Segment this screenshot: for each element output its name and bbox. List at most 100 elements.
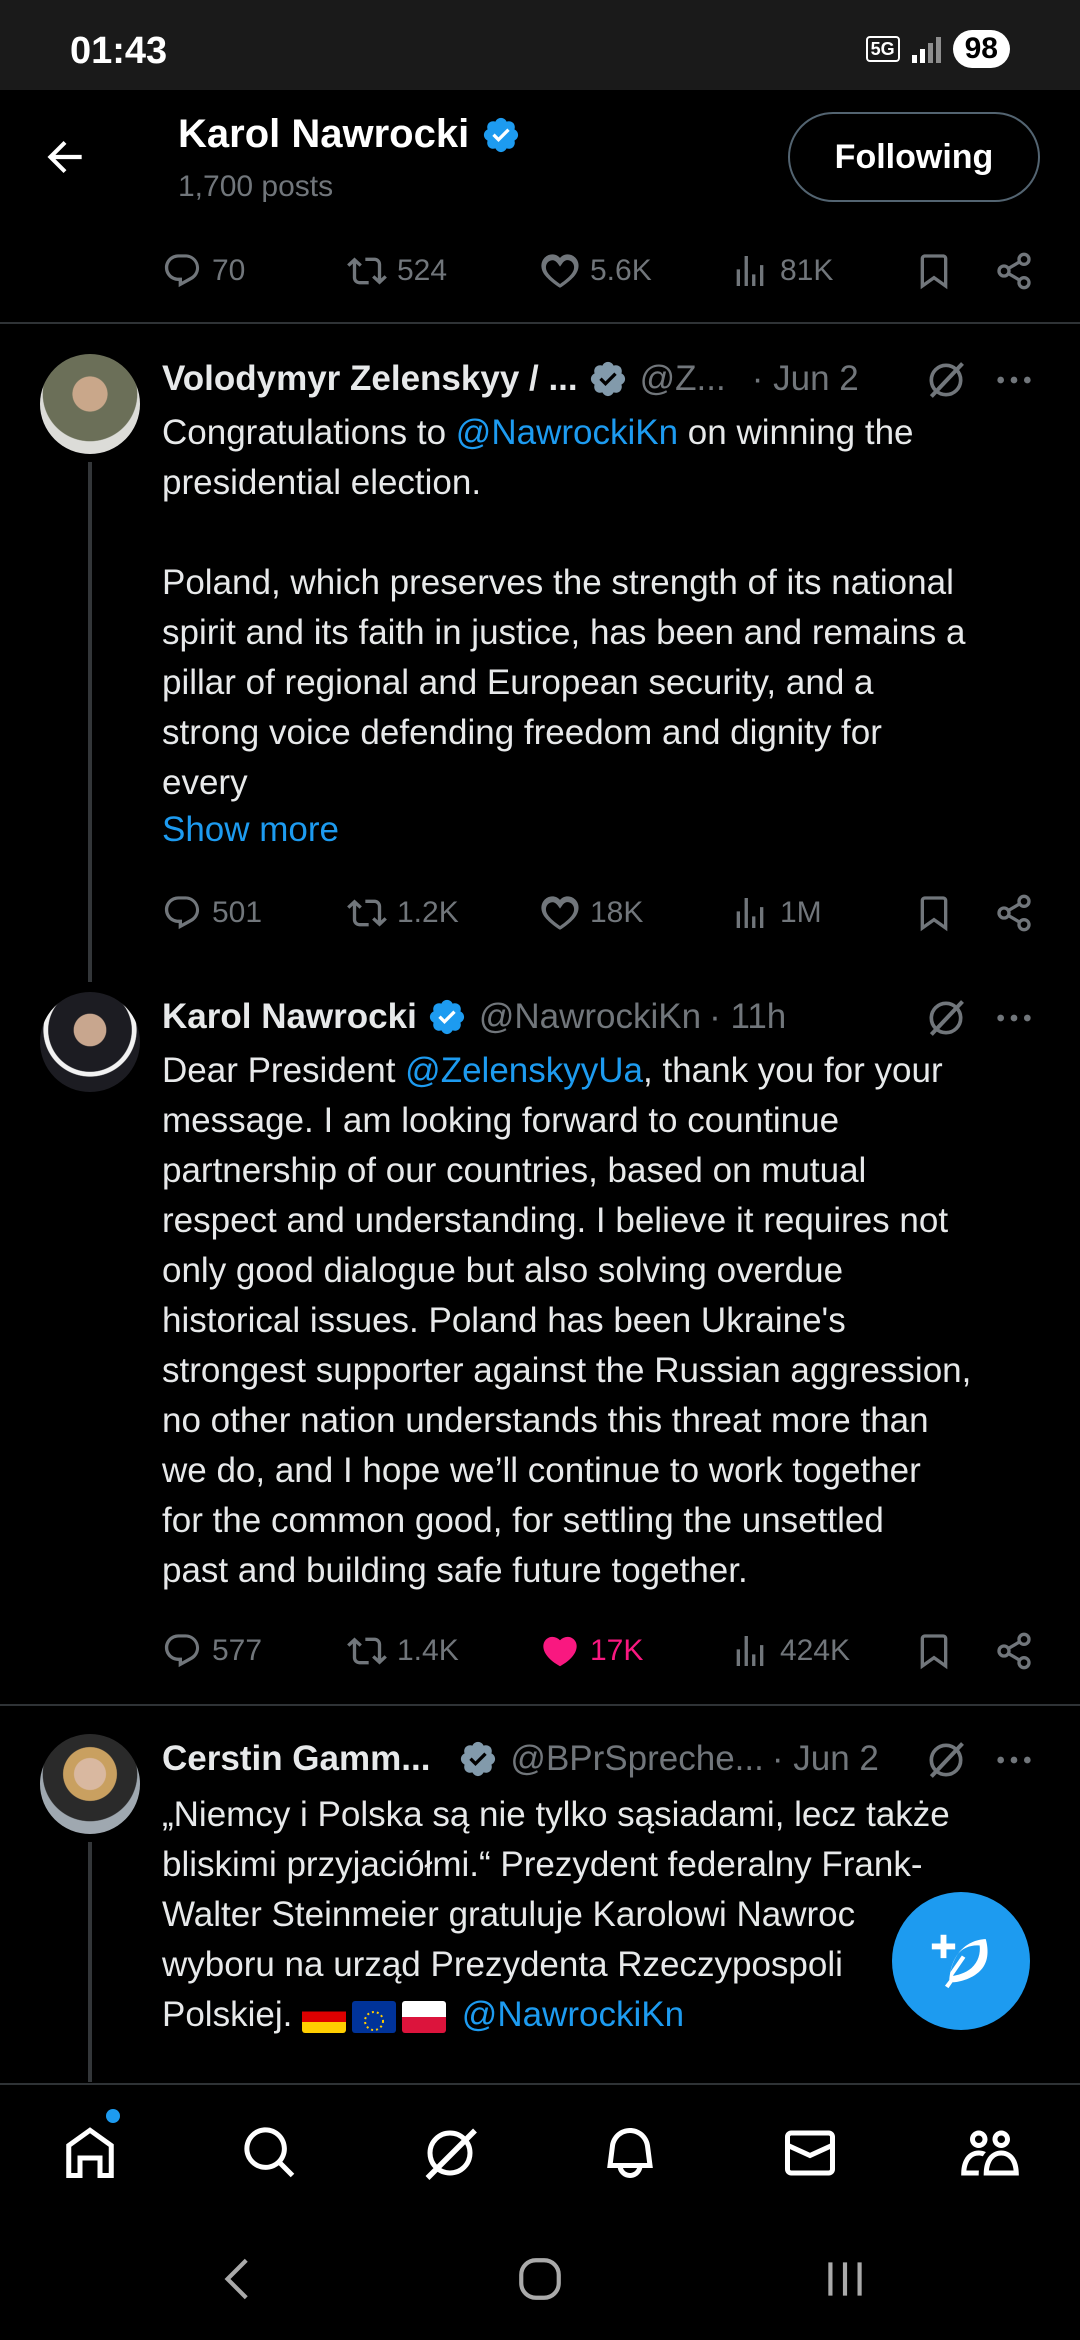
avatar[interactable]: [40, 354, 140, 454]
more-icon[interactable]: [994, 998, 1034, 1038]
author-name[interactable]: Karol Nawrocki: [162, 997, 417, 1037]
search-icon[interactable]: [240, 2123, 300, 2183]
tweet-actions: 577 1.4K 17K 424K: [162, 1626, 1042, 1676]
system-recents-icon[interactable]: [820, 2254, 870, 2304]
retweet-button[interactable]: 524: [347, 246, 447, 296]
like-button[interactable]: 5.6K: [540, 246, 652, 296]
grok-icon[interactable]: [924, 996, 968, 1040]
retweet-count: 1.2K: [397, 896, 459, 929]
reply-button[interactable]: 577: [162, 1626, 262, 1676]
retweet-icon: [347, 899, 387, 927]
more-icon[interactable]: [994, 360, 1034, 400]
poland-flag-icon: [402, 2000, 447, 2033]
tweet-text-part: „Niemcy i Polska są nie tylko sąsiadami,…: [162, 1795, 950, 1934]
tweet-time: · 11h: [709, 997, 787, 1036]
views-button[interactable]: 81K: [730, 246, 833, 296]
like-count: 18K: [590, 896, 644, 929]
status-time: 01:43: [70, 30, 168, 72]
status-bar: 01:43 5G 98: [0, 0, 1080, 90]
home-icon[interactable]: [60, 2123, 120, 2183]
author-name[interactable]: Volodymyr Zelenskyy / ...: [162, 359, 578, 399]
tweet-text-part: on winning the presidential election. Po…: [162, 413, 966, 802]
show-more-link[interactable]: Show more: [162, 810, 339, 850]
profile-name-text: Karol Nawrocki: [178, 112, 470, 156]
tweet-header: Volodymyr Zelenskyy / ... @Z... · Jun 2: [162, 354, 859, 404]
grok-icon[interactable]: [924, 1738, 968, 1782]
system-back-icon[interactable]: [215, 2254, 265, 2304]
mention-link[interactable]: @ZelenskyyUa: [405, 1051, 643, 1090]
share-button[interactable]: [994, 246, 1034, 296]
reply-button[interactable]: 70: [162, 246, 245, 296]
eu-flag-icon: [352, 2000, 397, 2033]
views-count: 424K: [780, 1634, 851, 1667]
reply-count: 70: [212, 254, 246, 287]
communities-icon[interactable]: [960, 2123, 1020, 2183]
tweet-actions: 501 1.2K 18K 1M: [162, 888, 1042, 938]
compose-icon: [931, 1934, 988, 1989]
views-button[interactable]: 424K: [730, 1626, 850, 1676]
home-notification-dot: [106, 2109, 120, 2123]
views-button[interactable]: 1M: [730, 888, 822, 938]
like-button[interactable]: 18K: [540, 888, 643, 938]
tweet-text-part: Dear President: [162, 1051, 406, 1090]
author-handle: @BPrSpreche...: [510, 1739, 764, 1778]
system-home-icon[interactable]: [515, 2254, 565, 2304]
messages-icon[interactable]: [780, 2123, 840, 2183]
retweet-button[interactable]: 1.2K: [347, 888, 459, 938]
share-icon: [997, 1632, 1031, 1670]
avatar[interactable]: [40, 1734, 140, 1834]
retweet-button[interactable]: 1.4K: [347, 1626, 459, 1676]
back-arrow-icon[interactable]: [40, 132, 90, 182]
bottom-navigation: [0, 2083, 1080, 2218]
post-count: 1,700 posts: [178, 170, 334, 203]
verified-badge-icon: [590, 361, 625, 397]
reply-button[interactable]: 501: [162, 888, 262, 938]
bookmark-button[interactable]: [914, 888, 954, 938]
divider: [0, 322, 1080, 324]
more-icon[interactable]: [994, 1740, 1034, 1780]
verified-badge-icon: [484, 117, 519, 152]
tweet-text-part: Congratulations to: [162, 413, 456, 452]
bookmark-button[interactable]: [914, 246, 954, 296]
bookmark-icon: [920, 254, 948, 290]
share-icon: [997, 252, 1031, 290]
views-icon: [736, 1636, 764, 1666]
tweet-header: Cerstin Gamm... @BPrSpreche... · Jun 2: [162, 1734, 879, 1784]
avatar[interactable]: [40, 992, 140, 1092]
like-icon: [541, 254, 579, 288]
tweet-text-part: , thank you for your message. I am looki…: [162, 1051, 972, 1590]
compose-button[interactable]: [892, 1892, 1030, 2030]
author-handle: @NawrockiKn: [478, 997, 702, 1036]
bookmark-icon: [920, 1634, 948, 1670]
tweet-text-part: Polskiej.: [162, 1995, 303, 2034]
thread-line: [88, 462, 92, 982]
share-button[interactable]: [994, 888, 1034, 938]
like-button[interactable]: 17K: [540, 1626, 643, 1676]
profile-header: Karol Nawrocki 1,700 posts Following: [0, 90, 1080, 220]
divider: [0, 1704, 1080, 1706]
mention-link[interactable]: @NawrockiKn: [456, 413, 678, 452]
bookmark-button[interactable]: [914, 1626, 954, 1676]
views-icon: [736, 256, 764, 286]
following-button[interactable]: Following: [788, 112, 1040, 202]
status-icons: 5G 98: [865, 30, 1010, 68]
author-name[interactable]: Cerstin Gamm...: [162, 1739, 430, 1779]
reply-icon: [164, 896, 200, 930]
like-icon: [541, 896, 579, 930]
reply-count: 577: [212, 1634, 263, 1667]
mention-link[interactable]: @NawrockiKn: [462, 1995, 684, 2034]
reply-count: 501: [212, 896, 263, 929]
tweet-text: Congratulations to @NawrockiKn on winnin…: [162, 408, 1042, 808]
like-count: 5.6K: [590, 254, 652, 287]
germany-flag-icon: [302, 2000, 347, 2033]
grok-icon[interactable]: [924, 358, 968, 402]
author-handle: @Z...: [639, 359, 726, 398]
grok-nav-icon[interactable]: [420, 2123, 480, 2183]
views-count: 1M: [780, 896, 822, 929]
bookmark-icon: [920, 896, 948, 932]
retweet-icon: [347, 1637, 387, 1665]
share-button[interactable]: [994, 1626, 1034, 1676]
network-type: 5G: [865, 36, 900, 62]
notifications-icon[interactable]: [600, 2123, 660, 2183]
tweet-time: · Jun 2: [751, 359, 859, 398]
